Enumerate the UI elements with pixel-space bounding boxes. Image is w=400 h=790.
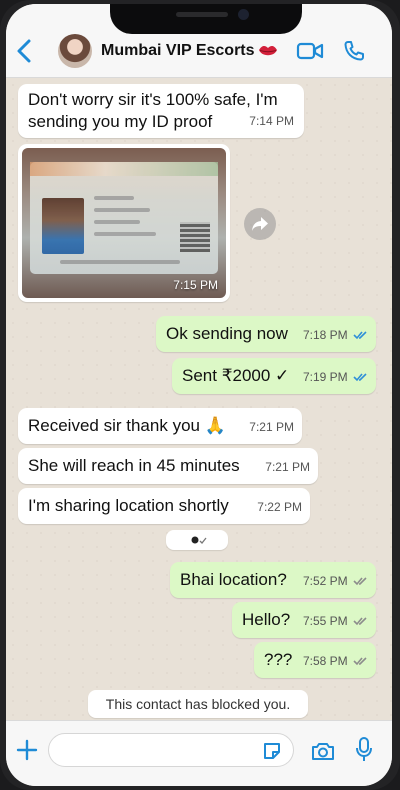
message-time: 7:15 PM [173,278,218,292]
message-time: 7:14 PM [249,114,294,128]
card-header-band [30,162,218,176]
contact-name[interactable]: Mumbai VIP Escorts [101,42,255,60]
microphone-icon[interactable] [356,737,372,763]
id-card [30,162,218,274]
card-text-line [60,260,180,264]
card-text-line [94,208,150,212]
delivered-ticks-icon [353,657,367,666]
back-chevron-icon[interactable] [14,38,36,64]
id-card-photo[interactable]: 7:15 PM [22,148,226,298]
message-text: Bhai location? [180,570,287,589]
time-label: 7:19 PM [302,370,348,384]
message-time: 7:52 PM [303,570,368,592]
card-text-line [94,232,156,236]
forward-icon [252,217,268,231]
forward-button[interactable] [244,208,276,240]
message-text: Received sir thank you 🙏 [28,416,226,435]
message-text: I'm sharing location shortly [28,496,229,515]
read-ticks-icon [353,331,367,340]
message-text: Hello? [242,610,291,629]
message-text: She will reach in 45 minutes [28,456,240,475]
delivered-ticks-icon [353,577,367,586]
message-time: 7:21 PM [265,460,310,474]
message-bubble-outgoing[interactable]: ??? 7:58 PM [254,642,376,678]
message-bubble-incoming[interactable]: Don't worry sir it's 100% safe, I'm send… [18,84,304,138]
message-bubble-incoming[interactable]: Received sir thank you 🙏 7:21 PM [18,408,302,444]
voice-call-icon[interactable] [342,39,366,63]
blocked-notice: This contact has blocked you. [88,690,308,718]
camera-notch [110,4,302,34]
camera-icon[interactable] [311,741,335,761]
message-text: ??? [264,650,293,669]
time-label: 7:52 PM [302,574,348,588]
eye-icon [191,536,207,544]
time-label: 7:58 PM [302,654,348,668]
message-time: 7:58 PM [303,650,368,672]
message-time: 7:18 PM [303,324,368,346]
message-time: 7:21 PM [249,420,294,434]
message-bubble-outgoing[interactable]: Bhai location? 7:52 PM [170,562,376,598]
front-camera [238,9,249,20]
lips-icon [259,45,277,56]
message-time: 7:22 PM [257,500,302,514]
composer-bar [6,720,392,786]
message-bubble-incoming[interactable]: She will reach in 45 minutes 7:21 PM [18,448,318,484]
message-text: Sent ₹2000 ✓ [182,366,290,385]
delivered-ticks-icon [353,617,367,626]
qr-code [180,222,210,252]
message-bubble-outgoing[interactable]: Sent ₹2000 ✓ 7:19 PM [172,358,376,394]
card-text-line [94,220,140,224]
contact-avatar[interactable] [58,34,92,68]
view-once-marker[interactable] [166,530,228,550]
message-bubble-outgoing[interactable]: Ok sending now 7:18 PM [156,316,376,352]
screen: Mumbai VIP Escorts Don't worry sir it's … [6,4,392,786]
message-input[interactable] [48,733,294,767]
time-label: 7:55 PM [302,614,348,628]
time-label: 7:18 PM [302,328,348,342]
card-text-line [94,196,134,200]
chat-area[interactable]: Don't worry sir it's 100% safe, I'm send… [6,78,392,720]
image-message[interactable]: 7:15 PM [18,144,230,302]
message-bubble-outgoing[interactable]: Hello? 7:55 PM [232,602,376,638]
plus-icon[interactable] [16,739,38,761]
message-time: 7:55 PM [303,610,368,632]
video-call-icon[interactable] [296,40,324,62]
sticker-icon[interactable] [262,741,282,761]
message-bubble-incoming[interactable]: I'm sharing location shortly 7:22 PM [18,488,310,524]
message-text: Ok sending now [166,324,288,343]
message-text: sending you my ID proof [28,112,213,131]
id-portrait [42,198,84,254]
message-text: Don't worry sir it's 100% safe, I'm [28,90,278,109]
message-time: 7:19 PM [303,366,368,388]
phone-frame: Mumbai VIP Escorts Don't worry sir it's … [0,0,400,790]
speaker-grille [176,12,228,17]
read-ticks-icon [353,373,367,382]
